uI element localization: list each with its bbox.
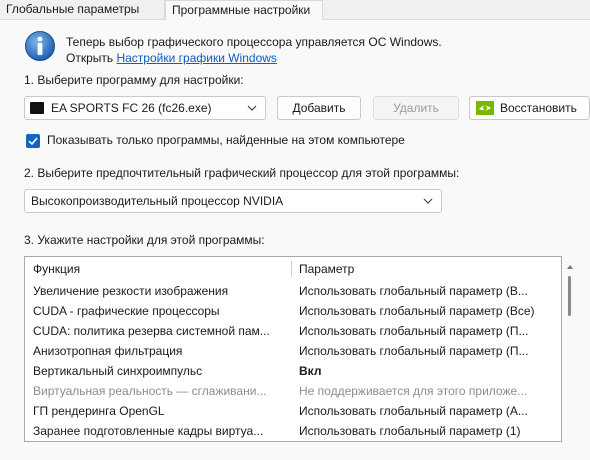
row-feature: Анизотропная фильтрация	[33, 344, 183, 358]
tab-global-settings[interactable]: Глобальные параметры	[0, 0, 165, 20]
restore-button-label: Восстановить	[500, 101, 577, 115]
column-divider	[291, 261, 292, 277]
program-select[interactable]: EA SPORTS FC 26 (fc26.exe)	[24, 96, 266, 120]
table-row[interactable]: Увеличение резкости изображения Использо…	[25, 281, 561, 301]
add-button[interactable]: Добавить	[277, 96, 361, 120]
restore-button[interactable]: Восстановить	[469, 96, 590, 120]
row-setting: Вкл	[299, 364, 322, 378]
tab-program-settings[interactable]: Программные настройки	[165, 0, 323, 20]
nvidia-icon	[476, 101, 494, 115]
chevron-down-icon	[423, 198, 433, 204]
row-feature: Увеличение резкости изображения	[33, 284, 229, 298]
step2-label: 2. Выберите предпочтительный графический…	[24, 166, 460, 180]
info-icon	[25, 31, 55, 61]
info-line-2: Открыть Настройки графики Windows	[66, 50, 442, 66]
row-setting: Использовать глобальный параметр (В...	[299, 284, 528, 298]
step3-label: 3. Укажите настройки для этой программы:	[24, 233, 265, 247]
scroll-up-icon[interactable]	[566, 263, 574, 271]
table-row[interactable]: Заранее подготовленные кадры виртуа... И…	[25, 421, 561, 441]
scrollbar-thumb[interactable]	[568, 276, 571, 316]
table-row[interactable]: ГП рендеринга OpenGL Использовать глобал…	[25, 401, 561, 421]
show-found-programs-label[interactable]: Показывать только программы, найденные н…	[47, 133, 405, 147]
row-feature: Вертикальный синхроимпульс	[33, 364, 203, 378]
table-row[interactable]: CUDA: политика резерва системной пам... …	[25, 321, 561, 341]
table-header: Функция Параметр	[25, 257, 561, 281]
table-row[interactable]: CUDA - графические процессоры Использова…	[25, 301, 561, 321]
column-header-feature[interactable]: Функция	[33, 257, 80, 281]
info-line-2-prefix: Открыть	[66, 51, 117, 65]
program-select-value: EA SPORTS FC 26 (fc26.exe)	[51, 101, 212, 115]
row-setting: Использовать глобальный параметр (Все)	[299, 304, 535, 318]
row-setting: Использовать глобальный параметр (П...	[299, 324, 529, 338]
table-row[interactable]: Виртуальная реальность — сглаживани... Н…	[25, 381, 561, 401]
row-feature: ГП рендеринга OpenGL	[33, 404, 165, 418]
row-feature: Виртуальная реальность — сглаживани...	[33, 384, 267, 398]
row-setting: Использовать глобальный параметр (П...	[299, 344, 529, 358]
row-setting: Не поддерживается для этого приложе...	[299, 384, 528, 398]
table-row[interactable]: Вертикальный синхроимпульс Вкл	[25, 361, 561, 381]
table-scrollbar[interactable]	[568, 276, 574, 436]
row-setting: Использовать глобальный параметр (1)	[299, 424, 521, 438]
checkmark-icon	[28, 137, 38, 146]
row-feature: Заранее подготовленные кадры виртуа...	[33, 424, 264, 438]
windows-graphics-settings-link[interactable]: Настройки графики Windows	[116, 51, 276, 65]
chevron-down-icon	[247, 105, 257, 111]
settings-table: Функция Параметр Увеличение резкости изо…	[24, 256, 562, 442]
step1-label: 1. Выберите программу для настройки:	[24, 73, 244, 87]
info-message: Теперь выбор графического процессора упр…	[66, 34, 442, 66]
remove-button[interactable]: Удалить	[373, 96, 459, 120]
tab-strip: Глобальные параметры Программные настрой…	[0, 0, 590, 20]
column-header-setting[interactable]: Параметр	[299, 257, 354, 281]
info-line-1: Теперь выбор графического процессора упр…	[66, 35, 442, 49]
table-row[interactable]: Анизотропная фильтрация Использовать гло…	[25, 341, 561, 361]
app-icon	[30, 102, 44, 114]
gpu-select-value: Высокопроизводительный процессор NVIDIA	[31, 194, 284, 208]
row-setting: Использовать глобальный параметр (А...	[299, 404, 528, 418]
show-found-programs-checkbox[interactable]	[26, 134, 40, 148]
row-feature: CUDA: политика резерва системной пам...	[33, 324, 270, 338]
row-feature: CUDA - графические процессоры	[33, 304, 220, 318]
gpu-select[interactable]: Высокопроизводительный процессор NVIDIA	[24, 189, 442, 213]
